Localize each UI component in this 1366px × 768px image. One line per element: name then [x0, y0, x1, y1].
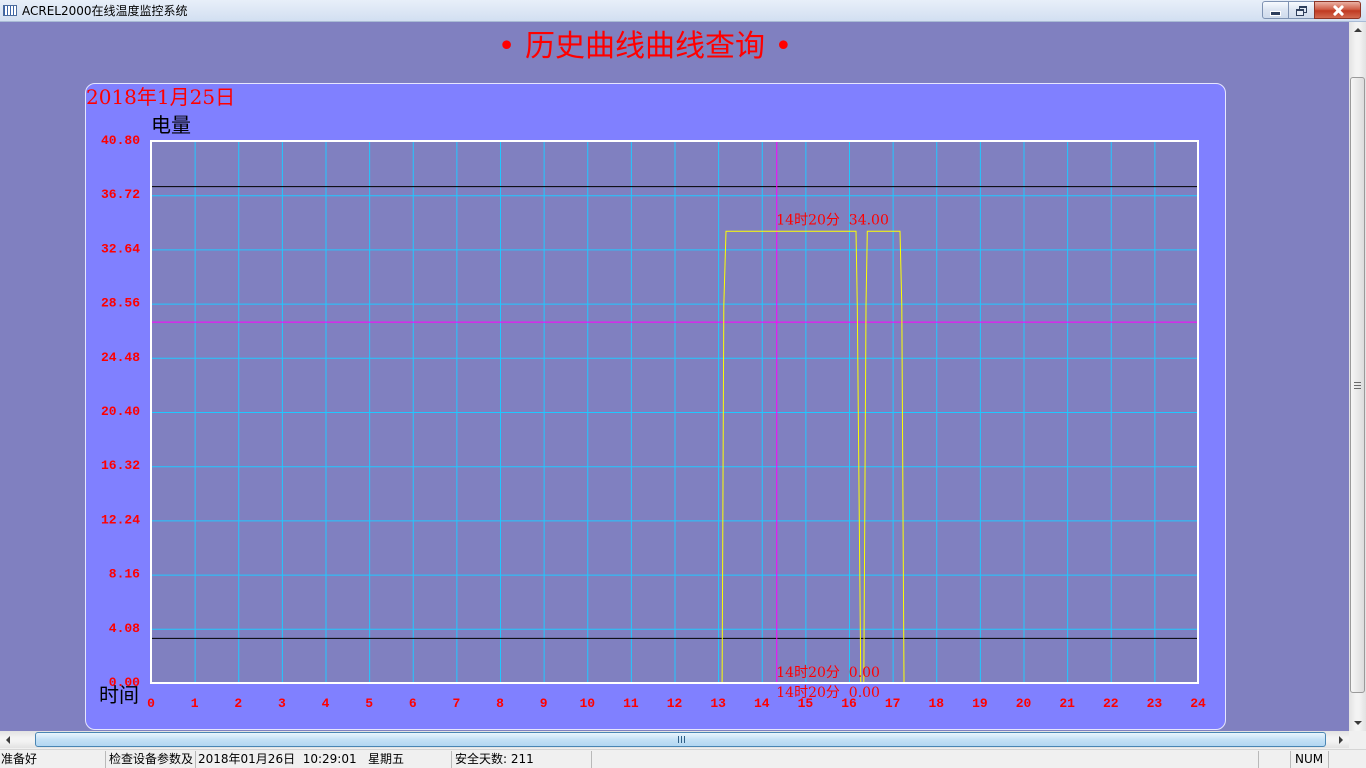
cursor-readout: 14时20分 0.00 [776, 665, 880, 681]
minimize-button[interactable] [1262, 1, 1289, 19]
x-tick-label: 11 [623, 696, 639, 711]
status-datetime: 2018年01月26日 10:29:01 星期五 [196, 751, 452, 768]
y-tick-label: 4.08 [109, 621, 140, 636]
status-pane-empty [593, 751, 1259, 768]
x-tick-label: 17 [885, 696, 901, 711]
x-tick-label: 21 [1059, 696, 1075, 711]
scroll-up-button[interactable] [1349, 22, 1366, 39]
horizontal-scroll-thumb[interactable] [35, 732, 1326, 747]
x-tick-label: 14 [754, 696, 770, 711]
arrow-right-icon [1339, 736, 1343, 744]
restore-icon [1296, 6, 1307, 16]
app-icon[interactable] [3, 5, 17, 16]
status-message: 检查设备参数及 [107, 751, 196, 768]
cursor-readout: 14时20分 34.00 [776, 212, 889, 228]
x-tick-label: 7 [452, 696, 460, 711]
y-axis-label: 电量 [151, 113, 191, 137]
x-tick-label: 12 [667, 696, 683, 711]
status-bar: 准备好 检查设备参数及 2018年01月26日 10:29:01 星期五 安全天… [0, 749, 1366, 768]
status-ready: 准备好 [0, 751, 106, 768]
window-title: ACREL2000在线温度监控系统 [22, 4, 188, 18]
x-tick-label: 10 [579, 696, 595, 711]
close-button[interactable] [1314, 1, 1361, 19]
x-tick-label: 18 [928, 696, 944, 711]
x-tick-label: 6 [409, 696, 417, 711]
status-pane-empty [1260, 751, 1291, 768]
x-tick-label: 5 [365, 696, 373, 711]
y-tick-label: 40.80 [101, 133, 140, 148]
grip-icon [1354, 382, 1361, 389]
status-num-lock: NUM [1292, 751, 1329, 768]
minimize-icon [1271, 12, 1280, 15]
arrow-left-icon [6, 736, 10, 744]
x-tick-label: 2 [234, 696, 242, 711]
arrow-up-icon [1354, 28, 1362, 32]
y-tick-label: 24.48 [101, 350, 140, 365]
x-tick-label: 22 [1103, 696, 1119, 711]
x-tick-label: 13 [710, 696, 726, 711]
x-tick-label: 1 [191, 696, 199, 711]
history-chart[interactable]: 0 1 2 3 4 5 6 7 8 9 10 11 12 13 14 15 16 17 18 19 20 21 22 23 24… [0, 0, 1349, 731]
close-icon [1332, 5, 1344, 16]
scroll-right-button[interactable] [1332, 731, 1349, 748]
y-tick-label: 32.64 [101, 241, 140, 256]
cursor-readout: 14时20分 0.00 [776, 685, 880, 701]
x-tick-label: 23 [1147, 696, 1163, 711]
grip-icon [677, 736, 685, 743]
arrow-down-icon [1354, 721, 1362, 725]
y-tick-label: 12.24 [101, 512, 140, 527]
x-tick-label: 0 [147, 696, 155, 711]
vertical-scrollbar[interactable] [1349, 22, 1366, 731]
x-tick-label: 8 [496, 696, 504, 711]
status-safe-days: 安全天数: 211 [453, 751, 592, 768]
y-tick-label: 16.32 [101, 458, 140, 473]
x-axis-label: 时间 [99, 683, 139, 707]
x-tick-label: 19 [972, 696, 988, 711]
scroll-left-button[interactable] [0, 731, 17, 748]
restore-button[interactable] [1288, 1, 1315, 19]
vertical-scroll-thumb[interactable] [1350, 77, 1365, 693]
x-tick-label: 9 [540, 696, 548, 711]
x-tick-label: 4 [322, 696, 330, 711]
y-tick-label: 36.72 [101, 187, 140, 202]
scroll-down-button[interactable] [1349, 714, 1366, 731]
status-pane-empty [1330, 751, 1366, 768]
y-tick-label: 20.40 [101, 404, 140, 419]
x-tick-label: 3 [278, 696, 286, 711]
page-title: • 历史曲线曲线查询 • [497, 29, 793, 64]
title-bar[interactable]: ACREL2000在线温度监控系统 [0, 0, 1366, 22]
y-tick-label: 8.16 [109, 567, 140, 582]
chart-date: 2018年1月25日 [86, 85, 236, 109]
horizontal-scrollbar[interactable] [0, 731, 1349, 748]
scrollbar-corner [1349, 731, 1366, 748]
x-tick-label: 20 [1016, 696, 1032, 711]
y-tick-label: 28.56 [101, 296, 140, 311]
x-tick-label: 24 [1190, 696, 1206, 711]
